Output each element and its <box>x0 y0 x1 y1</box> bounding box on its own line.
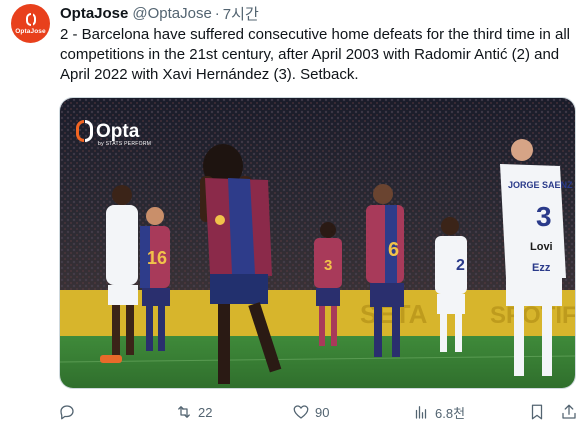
jersey-name: JORGE SAENZ <box>508 180 573 190</box>
reply-button[interactable] <box>58 401 76 423</box>
jersey-number-2: 2 <box>456 257 465 274</box>
like-button[interactable]: 90 <box>292 401 329 423</box>
reply-icon <box>60 405 74 420</box>
tweet-text: 2 - Barcelona have suffered consecutive … <box>60 26 571 83</box>
like-count: 90 <box>315 404 330 420</box>
jersey-number-6: 6 <box>388 239 399 261</box>
views-chart-icon <box>415 406 427 419</box>
share-button[interactable] <box>560 401 578 423</box>
jersey-number-16: 16 <box>147 248 167 268</box>
tweet-time[interactable]: 7시간 <box>223 3 259 24</box>
author-name[interactable]: OptaJose <box>60 5 128 22</box>
board-text-2: SPOTIFY <box>490 302 576 329</box>
opta-logo-sub: by STATS PERFORM <box>98 141 152 147</box>
avatar[interactable]: OptaJose <box>11 4 50 43</box>
jersey-number-3: 3 <box>324 257 332 274</box>
tweet-actions: 22 90 6.8천 <box>58 401 580 423</box>
views-button[interactable]: 6.8천 <box>412 401 465 423</box>
tweet-media-image[interactable]: SETA SPOTIFY 16 <box>59 97 576 389</box>
sponsor-2: Ezz <box>532 262 551 274</box>
retweet-count: 22 <box>198 404 213 420</box>
avatar-label: OptaJose <box>15 27 46 35</box>
jersey-number-far-right: 3 <box>536 201 552 232</box>
bookmark-button[interactable] <box>528 401 546 423</box>
bookmark-icon <box>531 404 543 420</box>
views-count: 6.8천 <box>435 405 466 421</box>
opta-logo-icon <box>25 11 36 27</box>
opta-watermark: Opta by STATS PERFORM <box>76 120 151 147</box>
opta-logo-word: Opta <box>96 120 140 142</box>
author-handle[interactable]: @OptaJose <box>132 5 211 22</box>
separator-dot: · <box>214 4 220 22</box>
heart-icon <box>293 405 309 419</box>
sponsor-1: Lovi <box>530 241 553 253</box>
retweet-button[interactable]: 22 <box>175 401 212 423</box>
retweet-icon <box>178 406 190 418</box>
tweet-header: OptaJose @OptaJose · 7시간 <box>60 3 259 24</box>
opta-mark-icon <box>76 120 93 142</box>
share-icon <box>562 404 576 419</box>
